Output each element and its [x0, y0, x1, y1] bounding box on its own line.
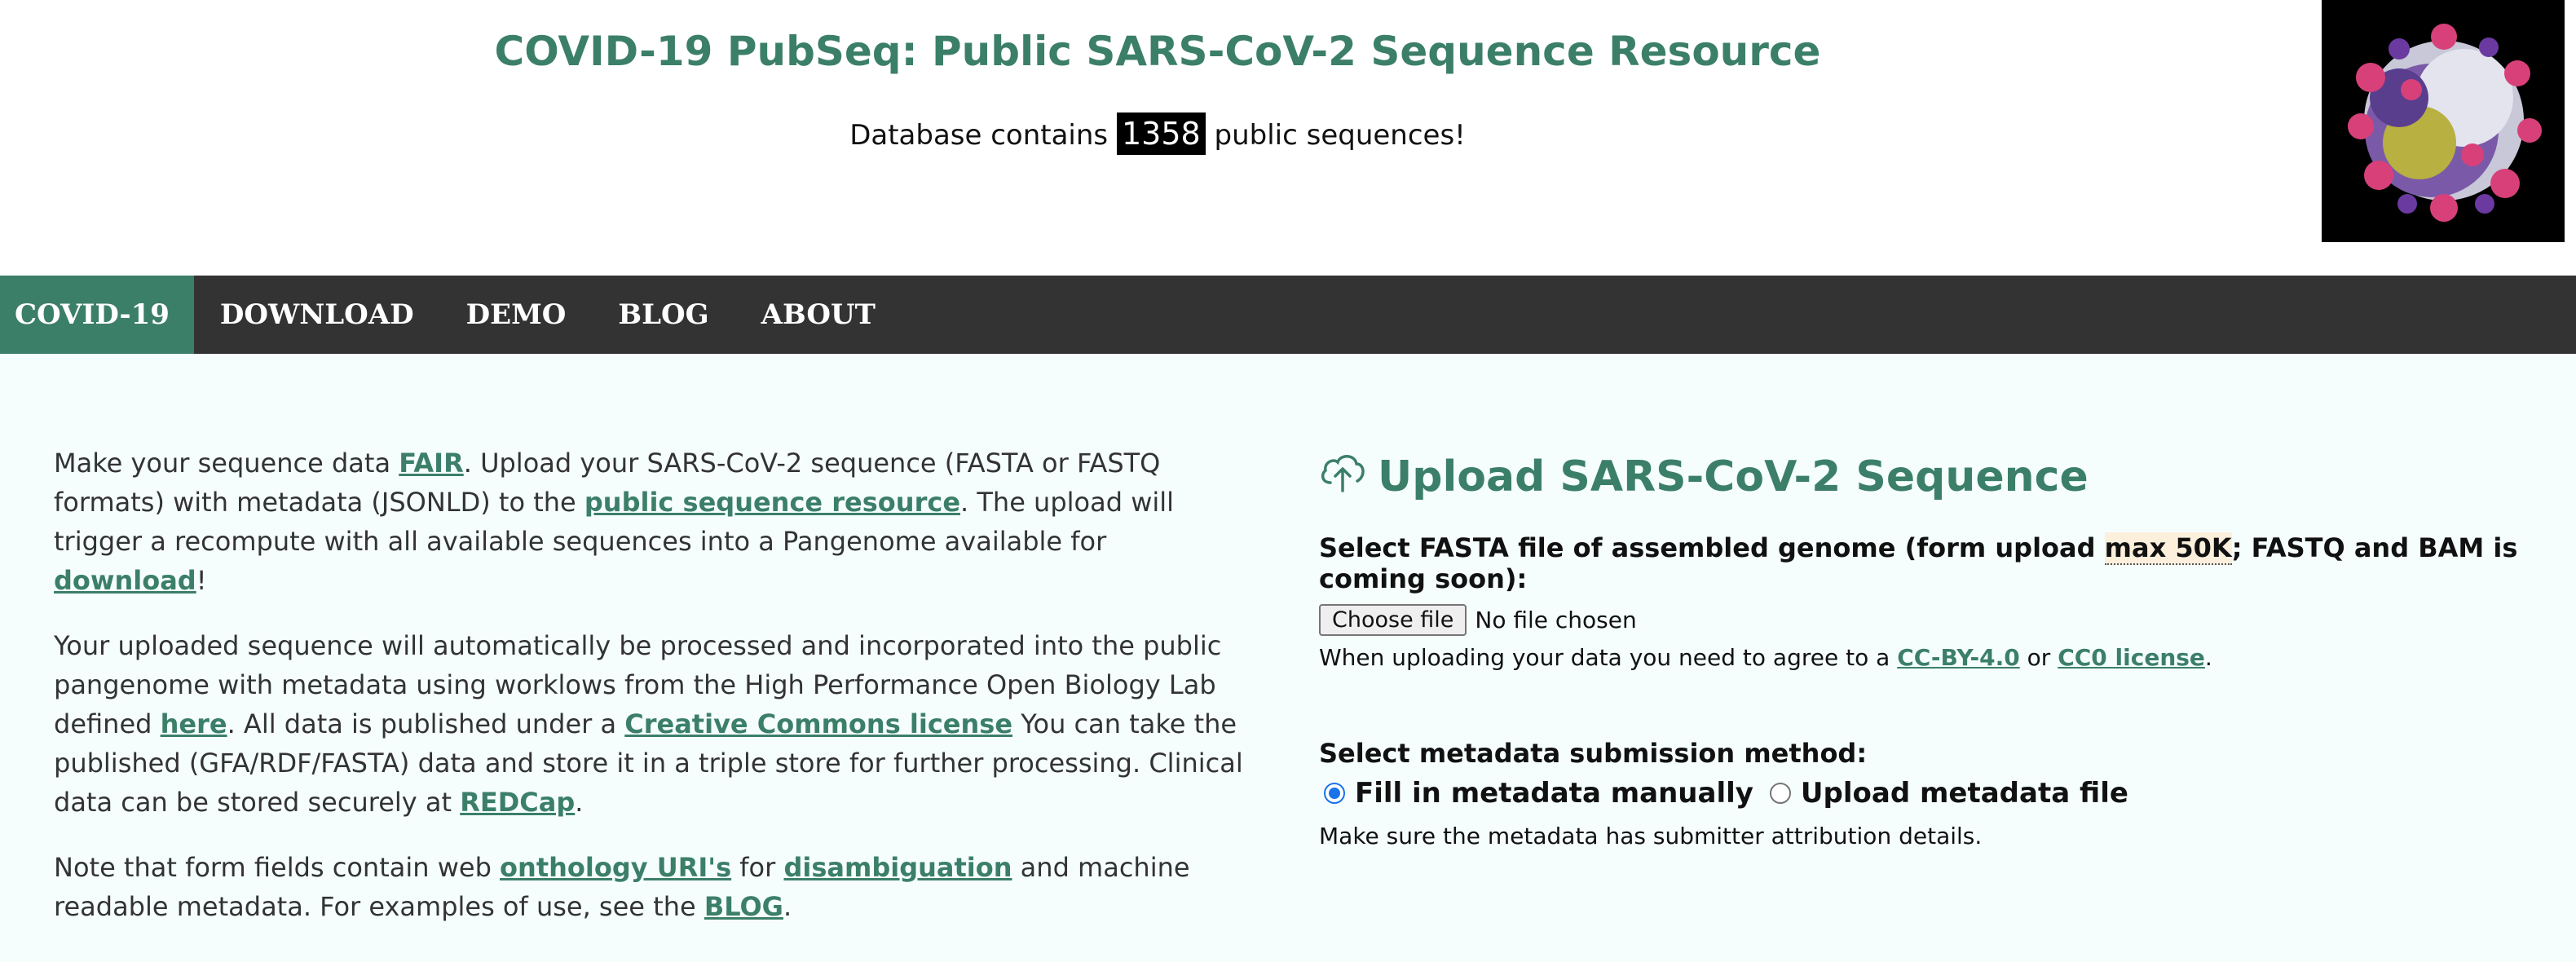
site-title: COVID-19 PubSeq: Public SARS-CoV-2 Seque… — [494, 28, 1821, 75]
fasta-file-label: Select FASTA file of assembled genome (f… — [1319, 532, 2558, 594]
intro-section: Make your sequence data FAIR. Upload you… — [54, 443, 1260, 952]
metadata-note: Make sure the metadata has submitter att… — [1319, 823, 1983, 849]
option-file-label[interactable]: Upload metadata file — [1801, 777, 2128, 810]
public-sequence-resource-link[interactable]: public sequence resource — [584, 487, 960, 518]
file-status: No file chosen — [1475, 607, 1637, 633]
creative-commons-link[interactable]: Creative Commons license — [624, 708, 1012, 739]
upload-section: Upload SARS-CoV-2 Sequence Select FASTA … — [1319, 450, 2558, 849]
upload-heading: Upload SARS-CoV-2 Sequence — [1319, 450, 2558, 503]
fasta-label-text: Select FASTA file of assembled genome (f… — [1319, 532, 2105, 563]
agree-text: or — [2019, 644, 2058, 671]
intro-text: Note that form fields contain web — [54, 852, 501, 883]
intro-text: . All data is published under a — [227, 708, 625, 739]
nav-covid-19[interactable]: COVID-19 — [0, 276, 194, 354]
ontology-uris-link[interactable]: onthology URI's — [500, 852, 731, 883]
blog-link[interactable]: BLOG — [704, 891, 783, 922]
here-link[interactable]: here — [161, 708, 227, 739]
nav-download[interactable]: DOWNLOAD — [194, 276, 440, 354]
sequence-count-badge: 1358 — [1116, 113, 1206, 155]
cloud-upload-icon — [1319, 450, 1378, 503]
nav-about[interactable]: ABOUT — [735, 276, 902, 354]
intro-text: . — [783, 891, 792, 922]
main-content: Make your sequence data FAIR. Upload you… — [0, 354, 2576, 962]
metadata-method-label: Select metadata submission method: — [1319, 738, 1868, 769]
choose-file-button[interactable]: Choose file — [1319, 604, 1467, 636]
license-agreement: When uploading your data you need to agr… — [1319, 644, 2558, 671]
redcap-link[interactable]: REDCap — [460, 787, 575, 818]
radio-upload-file[interactable] — [1769, 783, 1791, 804]
download-link[interactable]: download — [54, 565, 196, 596]
agree-text: . — [2204, 644, 2212, 671]
intro-text: . — [575, 787, 584, 818]
intro-text: for — [731, 852, 784, 883]
nav-demo[interactable]: DEMO — [440, 276, 593, 354]
radio-fill-manually[interactable] — [1324, 783, 1345, 804]
intro-text: Make your sequence data — [54, 448, 399, 479]
metadata-method-options: Fill in metadata manually Upload metadat… — [1319, 777, 2558, 810]
fair-link[interactable]: FAIR — [399, 448, 464, 479]
agree-text: When uploading your data you need to agr… — [1319, 644, 1898, 671]
max-size-abbr: max 50K — [2104, 532, 2232, 565]
sequence-count-line: Database contains 1358 public sequences! — [0, 113, 2315, 155]
option-manual-label[interactable]: Fill in metadata manually — [1355, 777, 1753, 810]
intro-paragraph-1: Make your sequence data FAIR. Upload you… — [54, 443, 1260, 600]
coronavirus-image — [2322, 0, 2565, 242]
page-header: COVID-19 PubSeq: Public SARS-CoV-2 Seque… — [0, 0, 2576, 276]
cc0-license-link[interactable]: CC0 license — [2058, 644, 2205, 671]
intro-text: ! — [196, 565, 207, 596]
intro-paragraph-2: Your uploaded sequence will automaticall… — [54, 626, 1260, 822]
main-nav: COVID-19 DOWNLOAD DEMO BLOG ABOUT — [0, 276, 2576, 354]
intro-paragraph-3: Note that form fields contain web onthol… — [54, 848, 1260, 926]
upload-title: Upload SARS-CoV-2 Sequence — [1378, 452, 2089, 501]
nav-blog[interactable]: BLOG — [592, 276, 734, 354]
cc-by-license-link[interactable]: CC-BY-4.0 — [1897, 644, 2020, 671]
count-prefix: Database contains — [849, 119, 1109, 152]
count-suffix: public sequences! — [1214, 119, 1466, 152]
fasta-file-input: Choose file No file chosen — [1319, 604, 2558, 636]
disambiguation-link[interactable]: disambiguation — [783, 852, 1012, 883]
